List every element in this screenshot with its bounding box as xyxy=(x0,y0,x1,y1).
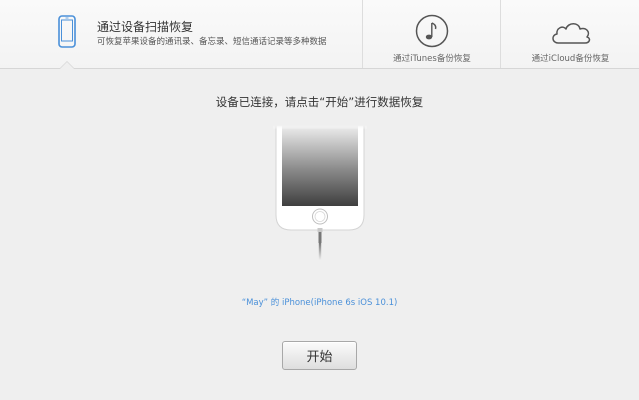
tab-icloud-backup-recovery[interactable]: 通过iCloud备份恢复 xyxy=(500,0,639,68)
cloud-icon xyxy=(551,23,590,44)
connection-instruction: 设备已连接，请点击“开始”进行数据恢复 xyxy=(215,95,424,109)
tab-icloud-label: 通过iCloud备份恢复 xyxy=(531,54,610,64)
connected-iphone-illustration xyxy=(273,125,367,260)
phone-icon xyxy=(58,15,76,48)
connected-device-name: “May” 的 iPhone(iPhone 6s iOS 10.1) xyxy=(241,298,398,308)
tab-itunes-backup-recovery[interactable]: 通过iTunes备份恢复 xyxy=(362,0,501,68)
tab-device-scan-description: 可恢复苹果设备的通讯录、备忘录、短信通话记录等多种数据 xyxy=(97,37,327,47)
recovery-mode-tabs: 通过设备扫描恢复 可恢复苹果设备的通讯录、备忘录、短信通话记录等多种数据 通过i… xyxy=(0,0,639,69)
music-note-icon xyxy=(415,14,449,48)
tab-itunes-label: 通过iTunes备份恢复 xyxy=(393,54,471,64)
active-tab-indicator xyxy=(60,62,74,69)
tab-device-scan-title: 通过设备扫描恢复 xyxy=(97,20,194,34)
tab-device-scan-recovery[interactable]: 通过设备扫描恢复 可恢复苹果设备的通讯录、备忘录、短信通话记录等多种数据 xyxy=(0,0,362,69)
start-button[interactable]: 开始 xyxy=(282,341,357,370)
